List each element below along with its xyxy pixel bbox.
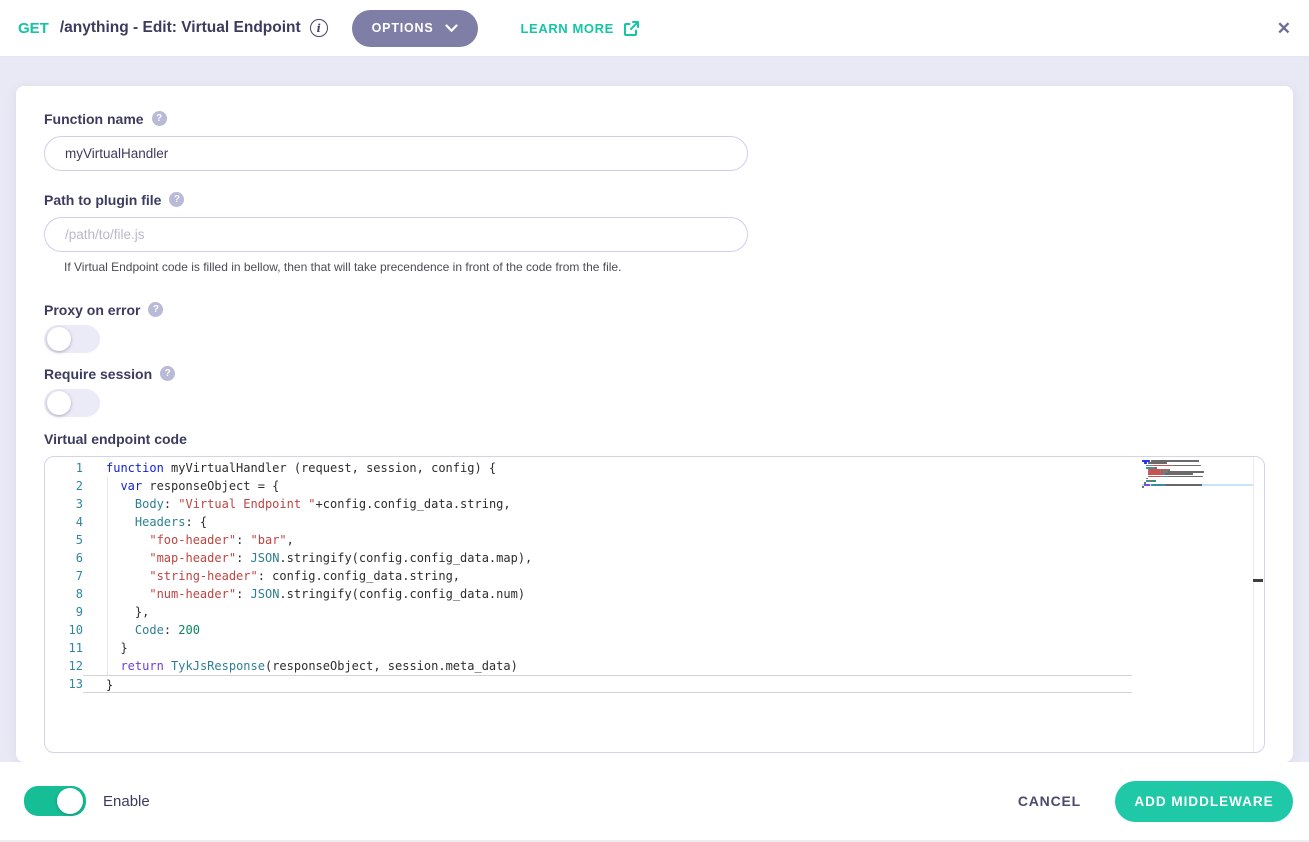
add-middleware-button[interactable]: ADD MIDDLEWARE <box>1115 781 1293 822</box>
toggle-knob <box>47 391 71 415</box>
proxy-on-error-label-row: Proxy on error ? <box>44 301 1265 318</box>
function-name-label-row: Function name ? <box>44 110 1265 127</box>
code-line: 11 } <box>45 639 1132 657</box>
code-line: 5 "foo-header": "bar", <box>45 531 1132 549</box>
code-lines: 1function myVirtualHandler (request, ses… <box>45 459 1132 693</box>
enable-toggle[interactable] <box>24 786 86 816</box>
plugin-path-label-row: Path to plugin file ? <box>44 191 1265 208</box>
function-name-input[interactable] <box>44 136 748 171</box>
options-button-label: OPTIONS <box>372 21 434 35</box>
middleware-edit-card: Function name ? Path to plugin file ? If… <box>16 86 1293 762</box>
help-icon[interactable]: ? <box>169 192 184 207</box>
minimap-separator <box>1253 457 1254 752</box>
require-session-toggle[interactable] <box>44 389 100 417</box>
help-icon[interactable]: ? <box>160 366 175 381</box>
cancel-button[interactable]: CANCEL <box>1012 793 1087 809</box>
enable-label: Enable <box>103 793 150 810</box>
chevron-down-icon <box>445 24 458 33</box>
page-title: /anything - Edit: Virtual Endpoint <box>60 19 301 37</box>
learn-more-label: LEARN MORE <box>521 21 614 36</box>
indent-guide <box>107 477 108 675</box>
toggle-knob <box>57 788 83 814</box>
close-icon[interactable]: ✕ <box>1277 20 1291 37</box>
code-editor[interactable]: 1function myVirtualHandler (request, ses… <box>44 456 1265 753</box>
help-icon[interactable]: ? <box>148 302 163 317</box>
editor-minimap[interactable] <box>1142 460 1254 488</box>
code-line: 9 }, <box>45 603 1132 621</box>
function-name-label: Function name <box>44 111 144 127</box>
plugin-path-input[interactable] <box>44 217 748 252</box>
enable-control: Enable <box>24 786 150 816</box>
plugin-path-label: Path to plugin file <box>44 192 161 208</box>
code-line: 2 var responseObject = { <box>45 477 1132 495</box>
external-link-icon <box>623 20 640 37</box>
code-line: 6 "map-header": JSON.stringify(config.co… <box>45 549 1132 567</box>
code-line: 12 return TykJsResponse(responseObject, … <box>45 657 1132 675</box>
virtual-endpoint-code-label: Virtual endpoint code <box>44 430 1265 447</box>
plugin-path-helper-text: If Virtual Endpoint code is filled in be… <box>64 260 1265 274</box>
proxy-on-error-label: Proxy on error <box>44 302 140 318</box>
code-line: 13} <box>45 675 1132 693</box>
http-method-badge: GET <box>18 20 49 37</box>
code-line: 1function myVirtualHandler (request, ses… <box>45 459 1132 477</box>
help-icon[interactable]: ? <box>152 111 167 126</box>
code-line: 8 "num-header": JSON.stringify(config.co… <box>45 585 1132 603</box>
code-line: 10 Code: 200 <box>45 621 1132 639</box>
code-line: 4 Headers: { <box>45 513 1132 531</box>
overview-ruler-marker <box>1253 579 1263 582</box>
options-button[interactable]: OPTIONS <box>352 10 478 47</box>
require-session-label-row: Require session ? <box>44 365 1265 382</box>
code-line: 7 "string-header": config.config_data.st… <box>45 567 1132 585</box>
proxy-on-error-toggle[interactable] <box>44 325 100 353</box>
learn-more-link[interactable]: LEARN MORE <box>521 20 640 37</box>
toggle-knob <box>47 327 71 351</box>
info-icon[interactable]: i <box>310 19 328 37</box>
footer-bar: Enable CANCEL ADD MIDDLEWARE <box>0 762 1309 840</box>
header: GET /anything - Edit: Virtual Endpoint i… <box>0 0 1309 57</box>
code-line: 3 Body: "Virtual Endpoint "+config.confi… <box>45 495 1132 513</box>
footer-actions: CANCEL ADD MIDDLEWARE <box>1012 781 1293 822</box>
require-session-label: Require session <box>44 366 152 382</box>
